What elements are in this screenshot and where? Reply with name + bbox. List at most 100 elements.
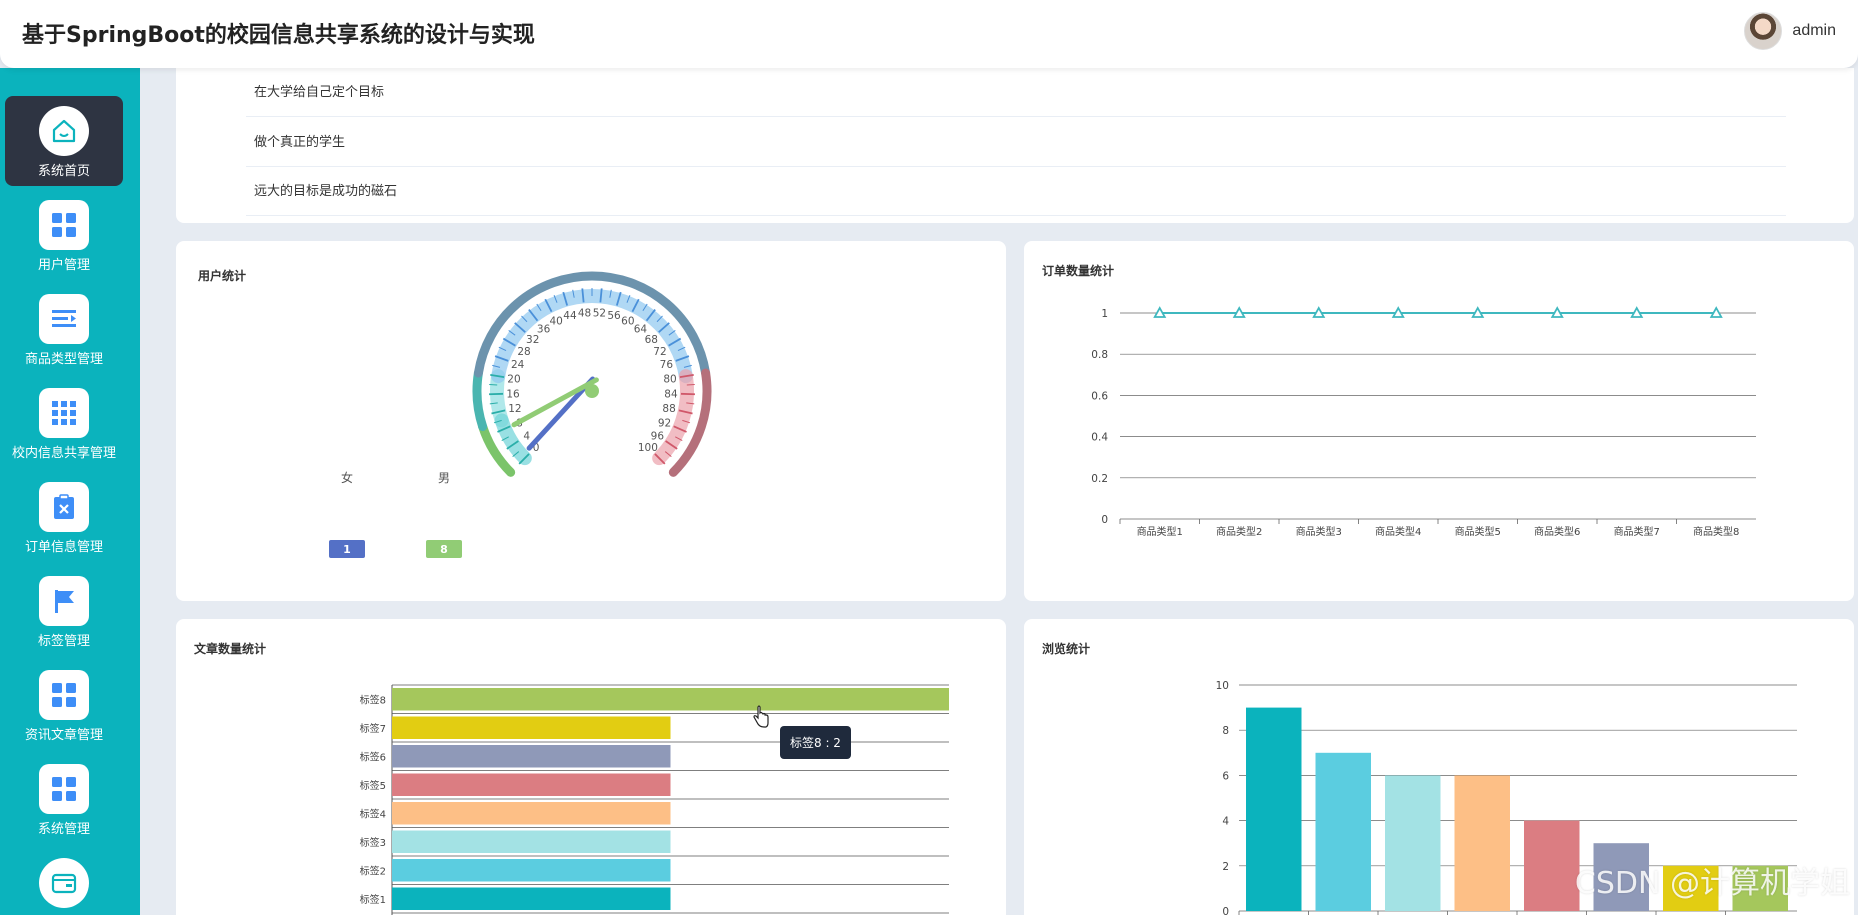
- data-point: [1471, 306, 1485, 318]
- clipboard-x-icon: [39, 482, 89, 532]
- data-point: [1153, 306, 1167, 318]
- x-tick-label: 商品类型5: [1455, 525, 1501, 538]
- x-tick-label: 商品类型3: [1296, 525, 1342, 538]
- bar: [392, 745, 671, 768]
- sidebar-item-label: 订单信息管理: [24, 540, 103, 555]
- y-tick-label: 标签7: [360, 722, 386, 735]
- article-stats-card: 文章数量统计 标签1 标签2 标签3 标签4 标签5 标签6 标签7 标签8: [176, 619, 1006, 915]
- gauge-tick-label: 60: [621, 316, 634, 328]
- browse-stats-card: 浏览统计 0 2 4 6 8 10: [1024, 619, 1854, 915]
- y-tick-label: 标签6: [360, 750, 386, 763]
- order-stats-card: 订单数量统计 0 0.2 0.4 0.6 0.8 1 商品类型1 商品类型2 商品类型3 商品类型…: [1024, 241, 1854, 601]
- gauge-tick-label: 40: [549, 316, 562, 328]
- sidebar-item-more[interactable]: [5, 848, 123, 915]
- bar: [1385, 775, 1441, 911]
- data-point: [1391, 306, 1405, 318]
- sidebar-item-product-type[interactable]: 商品类型管理: [5, 284, 123, 374]
- bar: [1454, 775, 1510, 911]
- y-tick-label: 0.8: [1091, 349, 1108, 361]
- bar: [392, 688, 949, 711]
- bar: [392, 716, 671, 739]
- bar: [392, 773, 671, 796]
- gauge-tick-label: 12: [508, 403, 521, 415]
- sidebar-item-articles[interactable]: 资讯文章管理: [5, 660, 123, 750]
- bar: [1732, 865, 1788, 911]
- bar: [392, 802, 671, 825]
- sidebar-item-label: 系统管理: [37, 822, 90, 837]
- y-tick-label: 0.4: [1091, 432, 1108, 444]
- sidebar-item-system[interactable]: 系统管理: [5, 754, 123, 844]
- y-tick-label: 6: [1222, 770, 1229, 782]
- browse-bar-chart: 0 2 4 6 8 10: [1216, 680, 1797, 915]
- x-tick-label: 商品类型2: [1216, 525, 1262, 538]
- gauge-tick-label: 20: [507, 374, 520, 386]
- gauge-center: [585, 384, 599, 398]
- y-tick-label: 8: [1222, 725, 1229, 737]
- user-name[interactable]: admin: [1792, 22, 1836, 40]
- slogan-card: 在大学给自己定个目标 做个真正的学生 远大的目标是成功的磁石: [176, 68, 1854, 223]
- gauge-tick-label: 84: [664, 388, 678, 400]
- gauge-tick-label: 88: [662, 403, 675, 415]
- gauge-tick-label: 80: [663, 374, 676, 386]
- apps-icon: [39, 388, 89, 438]
- wallet-icon: [39, 858, 89, 908]
- bar: [392, 887, 671, 910]
- sidebar-item-users[interactable]: 用户管理: [5, 190, 123, 280]
- x-tick-label: 商品类型7: [1614, 525, 1660, 538]
- x-tick-label: 商品类型8: [1693, 525, 1739, 538]
- sidebar-item-label: 标签管理: [37, 634, 90, 649]
- sidebar-item-orders[interactable]: 订单信息管理: [5, 472, 123, 562]
- gauge-tick-label: 68: [645, 334, 658, 346]
- data-point: [1550, 306, 1564, 318]
- y-tick-label: 标签3: [360, 836, 386, 849]
- slogan-item: 远大的目标是成功的磁石: [246, 168, 1786, 216]
- sidebar-item-label: 校内信息共享管理: [11, 446, 116, 461]
- sidebar-item-tags[interactable]: 标签管理: [5, 566, 123, 656]
- order-line-chart: 0 0.2 0.4 0.6 0.8 1 商品类型1 商品类型2 商品类型3 商品类型4 商品类型5 商…: [1091, 306, 1756, 538]
- article-bar-chart: 标签1 标签2 标签3 标签4 标签5 标签6 标签7 标签8: [360, 684, 949, 915]
- gauge-tick-label: 96: [651, 430, 665, 442]
- bar: [1663, 865, 1719, 911]
- bar: [1315, 752, 1371, 911]
- sidebar: 系统首页 用户管理 商品类型管理 校内信息共享管理 订单信息管理 标签管理 资讯…: [0, 68, 140, 915]
- data-point: [1709, 306, 1723, 318]
- flag-icon: [39, 576, 89, 626]
- sidebar-item-campus-info[interactable]: 校内信息共享管理: [5, 378, 123, 468]
- x-tick-label: 商品类型4: [1375, 525, 1421, 538]
- y-tick-label: 标签8: [360, 693, 386, 706]
- slogan-item: 在大学给自己定个目标: [246, 69, 1786, 117]
- list-indent-icon: [39, 294, 89, 344]
- legend-label: 女: [341, 470, 353, 485]
- y-tick-label: 10: [1216, 680, 1229, 692]
- bar: [1524, 820, 1580, 911]
- y-tick-label: 2: [1222, 861, 1229, 873]
- home-icon: [39, 106, 89, 156]
- grid-icon: [39, 200, 89, 250]
- sidebar-item-label: 系统首页: [37, 164, 90, 179]
- gauge-tick-label: 52: [593, 307, 606, 319]
- avatar[interactable]: [1744, 12, 1783, 50]
- gauge-tick-label: 4: [523, 430, 530, 442]
- gauge-tick-label: 28: [517, 346, 530, 358]
- data-point: [1630, 306, 1644, 318]
- user-menu[interactable]: admin: [1744, 12, 1836, 50]
- y-tick-label: 0.2: [1091, 473, 1108, 485]
- y-tick-label: 0: [1222, 906, 1229, 915]
- y-tick-label: 标签5: [360, 779, 386, 792]
- x-tick-label: 商品类型6: [1534, 525, 1580, 538]
- sidebar-item-label: 用户管理: [37, 258, 90, 273]
- gauge-tick-label: 16: [506, 388, 520, 400]
- user-stats-card: 用户统计 04812162024283236404448525660646872…: [176, 241, 1006, 601]
- hand-cursor-icon: [752, 705, 770, 734]
- gauge-tick-label: 24: [511, 359, 525, 371]
- gauge-tick-label: 56: [607, 310, 621, 322]
- y-tick-label: 标签4: [360, 807, 386, 820]
- slogan-item: 做个真正的学生: [246, 119, 1786, 167]
- y-tick-label: 0.6: [1091, 390, 1108, 402]
- bar: [392, 830, 671, 853]
- sidebar-item-home[interactable]: 系统首页: [5, 96, 123, 186]
- bar: [1593, 843, 1649, 911]
- gauge-band: [472, 368, 488, 432]
- y-tick-label: 0: [1101, 514, 1108, 526]
- y-tick-label: 4: [1222, 816, 1229, 828]
